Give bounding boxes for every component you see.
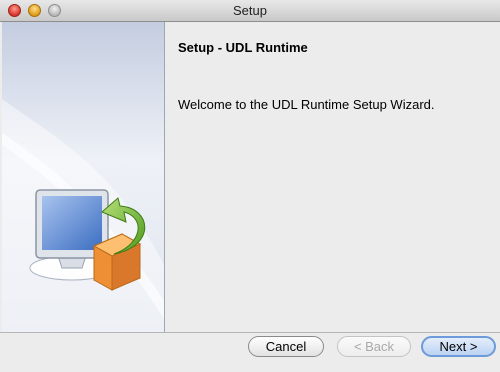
next-button[interactable]: Next > [421,336,496,357]
wizard-sidebar [2,22,165,332]
welcome-text: Welcome to the UDL Runtime Setup Wizard. [178,97,435,112]
window-title: Setup [233,3,267,18]
back-button[interactable]: < Back [337,336,411,357]
computer-with-install-box-icon [2,22,164,332]
page-title: Setup - UDL Runtime [178,40,308,55]
setup-window: Setup Setup - UDL Runtime Welcome to the… [0,0,500,372]
button-bar-divider [0,332,500,333]
cancel-button[interactable]: Cancel [248,336,324,357]
wizard-content: Setup - UDL Runtime Welcome to the UDL R… [165,22,500,332]
title-bar[interactable]: Setup [0,0,500,22]
